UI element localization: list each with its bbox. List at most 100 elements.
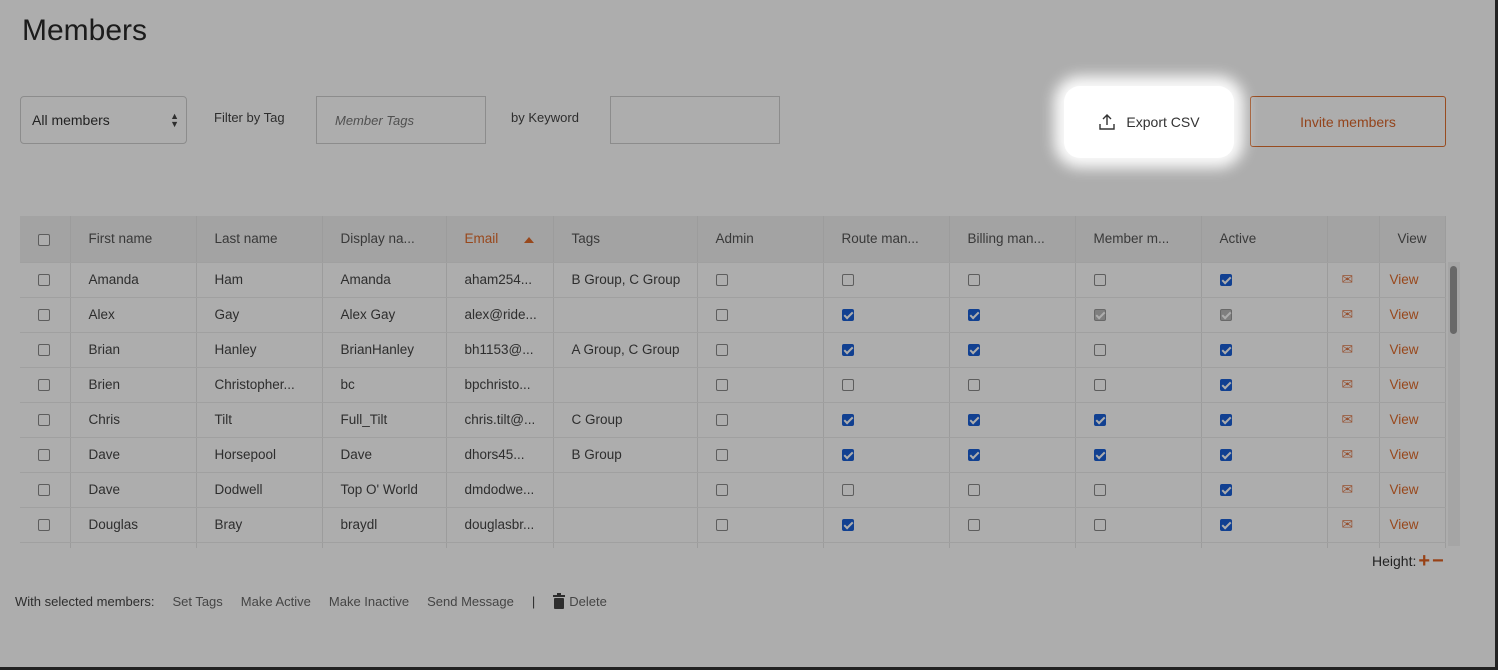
table-row[interactable]: Brien Christopher... bc bpchristo... ✉ View [20,367,1446,403]
table-row[interactable]: Dave Dodwell Top O' World dmdodwe... ✉ View [20,472,1446,508]
envelope-icon[interactable]: ✉ [1342,376,1354,392]
member-manager-checkbox[interactable] [1093,449,1106,462]
member-manager-checkbox[interactable] [1093,379,1106,392]
admin-checkbox[interactable] [715,449,728,462]
route-manager-checkbox[interactable] [841,344,854,357]
admin-checkbox[interactable] [715,344,728,357]
envelope-icon[interactable]: ✉ [1342,341,1354,357]
table-row[interactable]: Douglas Bray braydl douglasbr... ✉ View [20,507,1446,543]
member-manager-checkbox[interactable] [1093,519,1106,532]
col-email[interactable]: Email [446,216,554,263]
member-manager-checkbox[interactable] [1093,344,1106,357]
envelope-icon[interactable]: ✉ [1342,516,1354,532]
view-link[interactable]: View [1390,377,1419,392]
row-select-checkbox[interactable] [38,414,50,427]
set-tags-action[interactable]: Set Tags [172,594,222,609]
active-checkbox[interactable] [1219,484,1232,497]
member-filter-select[interactable]: All members ▲ ▼ [20,96,187,144]
billing-manager-checkbox[interactable] [967,484,980,497]
view-link[interactable]: View [1390,447,1419,462]
row-select-checkbox[interactable] [38,309,50,322]
active-checkbox[interactable] [1219,344,1232,357]
message-cell: ✉ [1327,437,1380,473]
active-checkbox[interactable] [1219,379,1232,392]
make-inactive-action[interactable]: Make Inactive [329,594,409,609]
member-manager-checkbox[interactable] [1093,414,1106,427]
row-select-checkbox[interactable] [38,484,50,497]
tag-filter-input[interactable] [316,96,486,144]
select-all-checkbox[interactable] [38,233,50,246]
height-decrease-button[interactable]: − [1432,551,1444,571]
col-tags[interactable]: Tags [553,216,698,263]
height-increase-button[interactable]: + [1418,551,1430,571]
admin-checkbox[interactable] [715,379,728,392]
view-link[interactable]: View [1390,272,1419,287]
scrollbar-thumb[interactable] [1450,266,1457,334]
col-route-manager[interactable]: Route man... [823,216,950,263]
billing-manager-checkbox[interactable] [967,344,980,357]
envelope-icon[interactable]: ✉ [1342,306,1354,322]
view-link[interactable]: View [1390,517,1419,532]
billing-manager-checkbox[interactable] [967,379,980,392]
row-select-checkbox[interactable] [38,449,50,462]
route-manager-checkbox[interactable] [841,414,854,427]
invite-members-button[interactable]: Invite members [1250,96,1446,147]
billing-manager-checkbox[interactable] [967,519,980,532]
table-row[interactable]: Chris Tilt Full_Tilt chris.tilt@... C Group ✉… [20,402,1446,438]
billing-manager-checkbox[interactable] [967,274,980,287]
admin-checkbox[interactable] [715,414,728,427]
member-manager-cell [1075,332,1202,368]
admin-checkbox[interactable] [715,309,728,322]
table-row[interactable] [20,542,1446,548]
table-row[interactable]: Alex Gay Alex Gay alex@ride... ✉ View [20,297,1446,333]
col-last-name[interactable]: Last name [196,216,323,263]
keyword-filter-input[interactable] [610,96,780,144]
active-checkbox[interactable] [1219,449,1232,462]
billing-manager-checkbox[interactable] [967,414,980,427]
make-active-action[interactable]: Make Active [241,594,311,609]
admin-cell [697,472,824,508]
col-admin[interactable]: Admin [697,216,824,263]
billing-manager-checkbox[interactable] [967,449,980,462]
table-row[interactable]: Amanda Ham Amanda aham254... B Group, C Grou… [20,262,1446,298]
table-scrollbar[interactable] [1448,262,1460,546]
col-billing-manager[interactable]: Billing man... [949,216,1076,263]
row-select-checkbox[interactable] [38,519,50,532]
export-csv-button[interactable]: Export CSV [1064,86,1234,158]
route-manager-checkbox[interactable] [841,379,854,392]
envelope-icon[interactable]: ✉ [1342,271,1354,287]
member-manager-checkbox[interactable] [1093,274,1106,287]
send-message-action[interactable]: Send Message [427,594,514,609]
envelope-icon[interactable]: ✉ [1342,446,1354,462]
admin-checkbox[interactable] [715,274,728,287]
view-link[interactable]: View [1390,412,1419,427]
route-manager-checkbox[interactable] [841,519,854,532]
delete-action[interactable]: Delete [553,593,607,609]
route-manager-cell [823,297,950,333]
table-row[interactable]: Dave Horsepool Dave dhors45... B Group ✉ View [20,437,1446,473]
route-manager-checkbox[interactable] [841,449,854,462]
col-active[interactable]: Active [1201,216,1328,263]
envelope-icon[interactable]: ✉ [1342,411,1354,427]
view-link[interactable]: View [1390,342,1419,357]
admin-checkbox[interactable] [715,484,728,497]
active-checkbox[interactable] [1219,274,1232,287]
active-checkbox[interactable] [1219,519,1232,532]
row-select-checkbox[interactable] [38,344,50,357]
col-first-name[interactable]: First name [70,216,197,263]
billing-manager-checkbox[interactable] [967,309,980,322]
col-display-name[interactable]: Display na... [322,216,447,263]
route-manager-checkbox[interactable] [841,309,854,322]
envelope-icon[interactable]: ✉ [1342,481,1354,497]
row-select-checkbox[interactable] [38,379,50,392]
route-manager-checkbox[interactable] [841,274,854,287]
col-member-manager[interactable]: Member m... [1075,216,1202,263]
admin-checkbox[interactable] [715,519,728,532]
row-select-checkbox[interactable] [38,274,50,287]
view-link[interactable]: View [1390,482,1419,497]
view-link[interactable]: View [1390,307,1419,322]
route-manager-checkbox[interactable] [841,484,854,497]
table-row[interactable]: Brian Hanley BrianHanley bh1153@... A Group,… [20,332,1446,368]
member-manager-checkbox[interactable] [1093,484,1106,497]
active-checkbox[interactable] [1219,414,1232,427]
